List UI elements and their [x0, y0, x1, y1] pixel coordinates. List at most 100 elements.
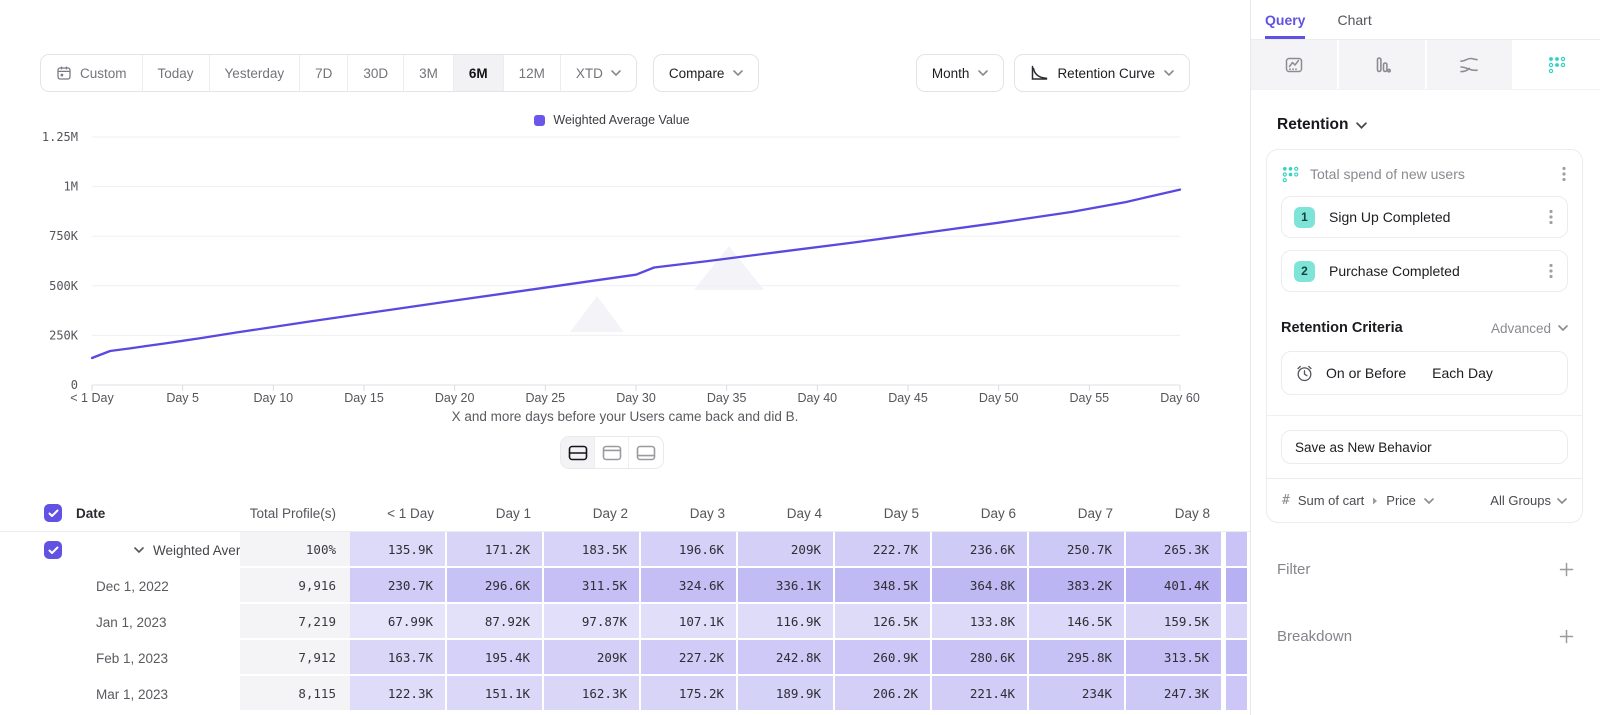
retention-dots-icon	[1281, 165, 1300, 184]
compare-button[interactable]: Compare	[653, 54, 760, 92]
chart-legend: Weighted Average Value	[0, 113, 1224, 127]
svg-text:Day 20: Day 20	[435, 391, 475, 405]
legend-label: Weighted Average Value	[553, 113, 689, 127]
split-view-button[interactable]	[561, 437, 595, 468]
row-checkbox[interactable]	[44, 541, 62, 559]
chart-type-button[interactable]: Retention Curve	[1014, 54, 1190, 92]
range-7d[interactable]: 7D	[300, 55, 348, 91]
retention-value-cell: 146.5K	[1029, 604, 1126, 640]
all-groups-dropdown[interactable]: All Groups	[1490, 493, 1567, 508]
retention-curve-icon	[1030, 65, 1048, 81]
report-type-label: Retention	[1277, 116, 1348, 134]
clipped-next-column-cell	[1226, 604, 1247, 640]
row-date-label: Feb 1, 2023	[96, 651, 168, 666]
icon-tab-flow[interactable]	[1427, 40, 1515, 89]
alarm-clock-icon	[1295, 364, 1314, 383]
retention-value-cell: 265.3K	[1126, 532, 1223, 568]
total-profiles-cell: 9,916	[240, 568, 350, 604]
retention-value-cell: 311.5K	[544, 568, 641, 604]
chevron-down-icon	[1557, 498, 1567, 504]
bar-chart-icon	[1372, 55, 1392, 75]
tab-query[interactable]: Query	[1265, 0, 1305, 39]
retention-value-cell: 175.2K	[641, 676, 738, 712]
table-only-view-button[interactable]	[629, 437, 663, 468]
behavior-title: Total spend of new users	[1310, 166, 1550, 182]
svg-text:Day 10: Day 10	[254, 391, 294, 405]
retention-value-cell: 195.4K	[447, 640, 544, 676]
query-sidebar: Query Chart Retention Total spend of new…	[1250, 0, 1600, 715]
watermark-triangle	[570, 296, 624, 332]
compare-label: Compare	[669, 66, 725, 81]
add-breakdown-button[interactable]	[1559, 629, 1574, 644]
svg-text:Day 5: Day 5	[166, 391, 199, 405]
expand-row-chevron-icon[interactable]	[134, 547, 144, 553]
icon-tab-bar-chart[interactable]	[1339, 40, 1427, 89]
chart-type-label: Retention Curve	[1057, 66, 1155, 81]
number-property-icon: #	[1282, 493, 1290, 508]
behavior-card: Total spend of new users 1 Sign Up Compl…	[1266, 149, 1583, 523]
calendar-icon	[56, 65, 72, 81]
breakdown-label: Breakdown	[1277, 628, 1352, 645]
breakdown-section: Breakdown	[1277, 628, 1574, 645]
retention-value-cell: 222.7K	[835, 532, 932, 568]
behavior-card-header: Total spend of new users	[1281, 164, 1568, 184]
step-menu-button[interactable]	[1547, 207, 1555, 227]
retention-value-cell: 97.87K	[544, 604, 641, 640]
retention-value-cell: 196.6K	[641, 532, 738, 568]
range-6m[interactable]: 6M	[454, 55, 504, 91]
retention-value-cell: 230.7K	[350, 568, 447, 604]
tab-chart[interactable]: Chart	[1337, 0, 1371, 39]
range-xtd[interactable]: XTD	[561, 55, 636, 91]
clipped-next-column-cell	[1226, 676, 1247, 712]
icon-tab-line-chart[interactable]	[1251, 40, 1339, 89]
range-3m[interactable]: 3M	[404, 55, 454, 91]
icon-tab-retention-dots[interactable]	[1514, 40, 1600, 89]
retention-value-cell: 183.5K	[544, 532, 641, 568]
retention-value-cell: 206.2K	[835, 676, 932, 712]
add-filter-button[interactable]	[1559, 562, 1574, 577]
table-only-view-icon	[636, 445, 656, 461]
retention-value-cell: 295.8K	[1029, 640, 1126, 676]
total-profiles-cell: 7,219	[240, 604, 350, 640]
retention-value-cell: 209K	[738, 532, 835, 568]
retention-value-cell: 324.6K	[641, 568, 738, 604]
column-header-date: Date	[76, 506, 105, 521]
svg-text:1M: 1M	[64, 180, 78, 194]
measure-property-dropdown[interactable]: # Sum of cart Price	[1282, 493, 1434, 508]
step-number-badge: 2	[1294, 261, 1315, 282]
retention-value-cell: 87.92K	[447, 604, 544, 640]
chart-only-view-button[interactable]	[595, 437, 629, 468]
retention-value-cell: 247.3K	[1126, 676, 1223, 712]
retention-value-cell: 209K	[544, 640, 641, 676]
granularity-button[interactable]: Month	[916, 54, 1005, 92]
range-yesterday[interactable]: Yesterday	[210, 55, 301, 91]
save-as-new-behavior-button[interactable]: Save as New Behavior	[1281, 430, 1568, 464]
chevron-down-icon	[1164, 70, 1174, 76]
behavior-menu-button[interactable]	[1560, 164, 1568, 184]
behavior-step[interactable]: 1 Sign Up Completed	[1281, 196, 1568, 238]
weighted-average-line	[92, 190, 1180, 358]
chevron-down-icon	[978, 70, 988, 76]
select-all-checkbox[interactable]	[44, 504, 62, 522]
retention-value-cell: 133.8K	[932, 604, 1029, 640]
chevron-down-icon	[733, 70, 743, 76]
range-today[interactable]: Today	[143, 55, 210, 91]
retention-value-cell: 163.7K	[350, 640, 447, 676]
granularity-label: Month	[932, 66, 970, 81]
criteria-mode-dropdown[interactable]: Advanced	[1491, 321, 1568, 336]
table-row: Mar 1, 20238,115122.3K151.1K162.3K175.2K…	[0, 676, 1250, 712]
report-type-dropdown[interactable]: Retention	[1277, 116, 1600, 134]
column-header-total-profiles: Total Profile(s)	[240, 495, 350, 531]
range-30d[interactable]: 30D	[348, 55, 404, 91]
behavior-step[interactable]: 2 Purchase Completed	[1281, 250, 1568, 292]
svg-text:Day 50: Day 50	[979, 391, 1019, 405]
range-12m[interactable]: 12M	[504, 55, 561, 91]
svg-text:0: 0	[71, 378, 78, 392]
retention-timing-dropdown[interactable]: On or Before Each Day	[1281, 351, 1568, 395]
column-header-day-4: Day 4	[738, 495, 835, 531]
clipped-next-column-cell	[1226, 532, 1247, 568]
step-menu-button[interactable]	[1547, 261, 1555, 281]
retention-value-cell: 364.8K	[932, 568, 1029, 604]
range-custom[interactable]: Custom	[41, 55, 143, 91]
column-header-day-2: Day 2	[544, 495, 641, 531]
